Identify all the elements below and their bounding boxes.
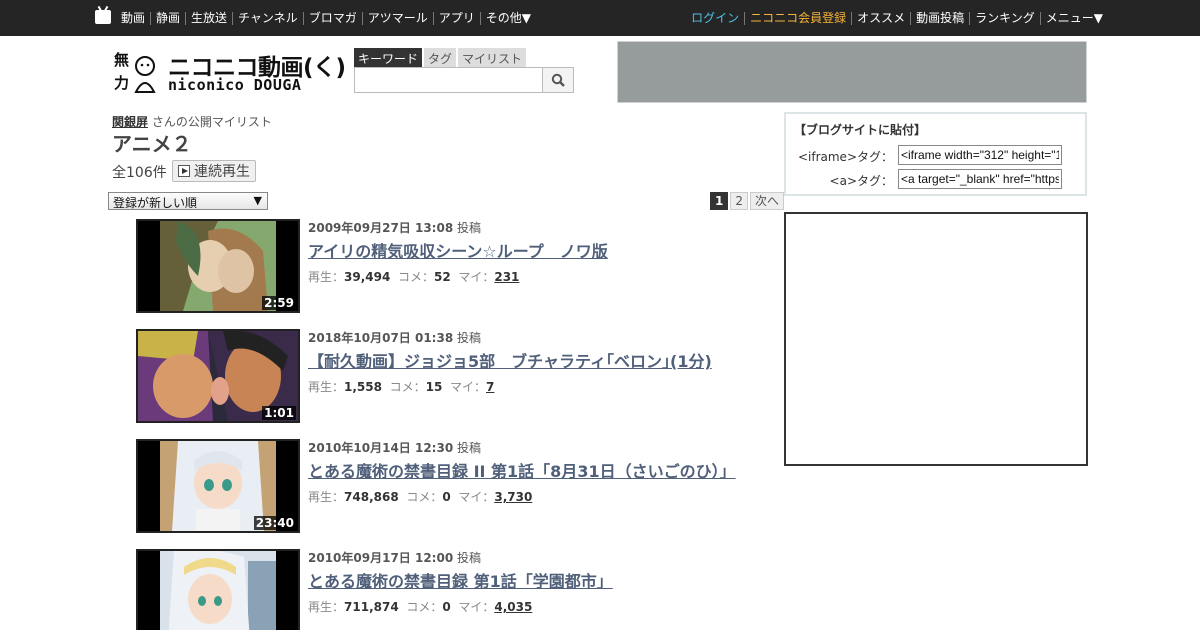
global-nav-bar: 動画 静画 生放送 チャンネル ブロマガ アツマール アプリ その他▼ ログイン… <box>0 0 1200 36</box>
video-item: 2:59 2009年09月27日 13:08 投稿 アイリの精気吸収シーン☆ルー… <box>136 219 776 319</box>
video-posted-date: 2010年10月14日 12:30 投稿 <box>308 441 482 455</box>
top-ad-banner[interactable] <box>617 41 1087 103</box>
video-duration: 23:40 <box>253 516 296 530</box>
tab-keyword[interactable]: キーワード <box>354 48 423 67</box>
item-count: 全106件 <box>112 165 167 181</box>
logo-subtitle: niconico DOUGA <box>168 76 302 94</box>
register-link[interactable]: ニコニコ会員登録 <box>744 11 851 25</box>
video-title-link[interactable]: とある魔術の禁書目録 II 第1話「8月31日（さいごのひ）」 <box>308 458 736 482</box>
nav-item-menu[interactable]: メニュー▼ <box>1039 11 1108 25</box>
nav-item-recommend[interactable]: オススメ <box>851 11 910 25</box>
iframe-tag-label: <iframe>タグ： <box>797 150 893 164</box>
owner-link[interactable]: 関銀屏 <box>112 115 148 129</box>
owner-suffix: さんの公開マイリスト <box>148 115 272 129</box>
video-thumbnail[interactable]: 23:40 <box>136 439 300 533</box>
niconico-tv-icon[interactable] <box>95 10 111 24</box>
a-embed-field[interactable] <box>898 169 1062 189</box>
video-title-link[interactable]: とある魔術の禁書目録 第1話「学園都市」 <box>308 568 613 592</box>
mylist-count-link[interactable]: 4,035 <box>494 600 532 614</box>
video-duration: 1:01 <box>262 406 296 420</box>
a-tag-label: <a>タグ： <box>829 174 893 188</box>
play-icon <box>178 165 190 177</box>
video-thumbnail[interactable]: 1:01 <box>136 329 300 423</box>
login-link[interactable]: ログイン <box>686 11 744 25</box>
dropdown-arrow-icon: ▼ <box>253 194 262 207</box>
view-count: 711,874 <box>344 600 399 614</box>
search-tabs: キーワード タグ マイリスト <box>354 48 576 67</box>
thumbnail-image <box>138 551 298 630</box>
nav-item-video[interactable]: 動画 <box>117 11 150 25</box>
iframe-embed-field[interactable] <box>898 145 1062 165</box>
page-title: アニメ２ <box>112 132 192 156</box>
next-page-link[interactable]: 次へ <box>750 192 785 210</box>
page-1[interactable]: 1 <box>710 192 729 210</box>
nav-item-ranking[interactable]: ランキング <box>969 11 1040 25</box>
video-stats: 再生：748,868 コメ：0 マイ：3,730 <box>308 490 533 504</box>
comment-count: 15 <box>425 380 443 394</box>
video-posted-date: 2009年09月27日 13:08 投稿 <box>308 221 482 235</box>
search-area: キーワード タグ マイリスト <box>354 48 576 93</box>
video-title-link[interactable]: 【耐久動画】ジョジョ5部 ブチャラティ｢ベロン｣(1分) <box>308 348 712 372</box>
view-count: 39,494 <box>344 270 391 284</box>
search-input[interactable] <box>354 67 543 93</box>
mylist-count-link[interactable]: 3,730 <box>494 490 532 504</box>
side-ad-frame[interactable] <box>784 212 1088 466</box>
blog-embed-panel: 【ブログサイトに貼付】 <iframe>タグ： <a>タグ： <box>784 112 1087 196</box>
svg-text:無: 無 <box>114 51 129 69</box>
video-stats: 再生：1,558 コメ：15 マイ：7 <box>308 380 495 394</box>
global-nav-right: ログイン ニコニコ会員登録 オススメ 動画投稿 ランキング メニュー▼ <box>686 0 1108 36</box>
svg-text:力: 力 <box>114 74 129 92</box>
nav-item-seiga[interactable]: 静画 <box>150 11 185 25</box>
video-thumbnail[interactable] <box>136 549 300 630</box>
nav-item-upload[interactable]: 動画投稿 <box>910 11 969 25</box>
video-item: 23:40 2010年10月14日 12:30 投稿 とある魔術の禁書目録 II… <box>136 439 776 539</box>
mascot-icon: 無 力 <box>114 51 156 93</box>
continuous-play-button[interactable]: 連続再生 <box>172 160 256 182</box>
mylist-count-link[interactable]: 231 <box>494 270 519 284</box>
video-duration: 2:59 <box>262 296 296 310</box>
nav-item-blomaga[interactable]: ブロマガ <box>302 11 362 25</box>
nav-item-app[interactable]: アプリ <box>432 11 480 25</box>
pagination: 1 2 次へ <box>710 192 785 210</box>
sort-select[interactable]: 登録が新しい順 ▼ <box>108 192 268 210</box>
video-item: 2010年09月17日 12:00 投稿 とある魔術の禁書目録 第1話「学園都市… <box>136 549 776 630</box>
nav-item-live[interactable]: 生放送 <box>185 11 232 25</box>
video-posted-date: 2010年09月17日 12:00 投稿 <box>308 551 482 565</box>
search-button[interactable] <box>543 67 574 93</box>
comment-count: 0 <box>442 490 451 504</box>
comment-count: 52 <box>433 270 451 284</box>
sort-select-value: 登録が新しい順 <box>113 196 198 210</box>
mylist-count-link[interactable]: 7 <box>486 380 494 394</box>
video-posted-date: 2018年10月07日 01:38 投稿 <box>308 331 482 345</box>
comment-count: 0 <box>442 600 451 614</box>
nav-item-more[interactable]: その他▼ <box>479 11 536 25</box>
nav-item-channel[interactable]: チャンネル <box>232 11 303 25</box>
view-count: 1,558 <box>344 380 382 394</box>
niconico-douga-logo[interactable]: 無 力 ニコニコ動画(く) niconico DOUGA <box>112 48 348 98</box>
search-icon <box>551 73 565 87</box>
tab-tag[interactable]: タグ <box>424 48 457 67</box>
video-title-link[interactable]: アイリの精気吸収シーン☆ループ ノワ版 <box>308 238 608 262</box>
video-item: 1:01 2018年10月07日 01:38 投稿 【耐久動画】ジョジョ5部 ブ… <box>136 329 776 429</box>
video-thumbnail[interactable]: 2:59 <box>136 219 300 313</box>
blog-embed-title: 【ブログサイトに貼付】 <box>794 123 927 137</box>
nav-item-atsumaru[interactable]: アツマール <box>361 11 433 25</box>
view-count: 748,868 <box>344 490 399 504</box>
video-stats: 再生：39,494 コメ：52 マイ：231 <box>308 270 520 284</box>
video-stats: 再生：711,874 コメ：0 マイ：4,035 <box>308 600 533 614</box>
continuous-play-label: 連続再生 <box>194 164 250 180</box>
global-nav-left: 動画 静画 生放送 チャンネル ブロマガ アツマール アプリ その他▼ <box>117 0 536 36</box>
page-2[interactable]: 2 <box>730 192 748 210</box>
tab-mylist[interactable]: マイリスト <box>458 48 527 67</box>
